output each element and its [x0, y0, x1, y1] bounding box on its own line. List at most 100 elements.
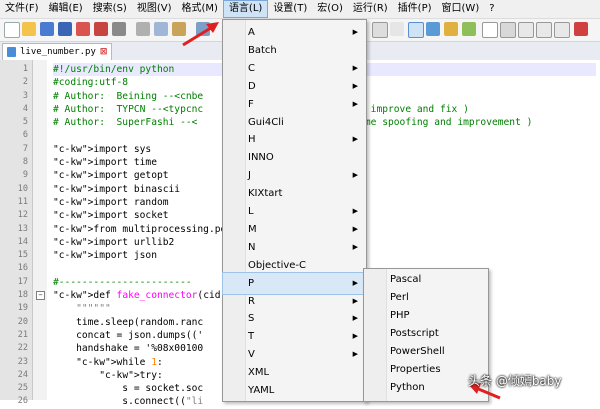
- line-number: 13: [17, 223, 28, 234]
- code-text: s = socket.soc: [53, 383, 204, 395]
- code-text: concat = json.dumps((': [53, 329, 204, 341]
- submenu-item[interactable]: PHP: [364, 307, 488, 325]
- save-macro-icon[interactable]: [554, 22, 570, 38]
- function-list-icon[interactable]: [426, 22, 440, 36]
- watermark: 头条 @倾嫣baby: [468, 374, 562, 388]
- line-number: 9: [22, 170, 28, 181]
- menu-item-11[interactable]: ?: [484, 0, 499, 18]
- code-text: s.connect(("li: [53, 396, 204, 408]
- submenu-item-label: Pascal: [390, 274, 422, 285]
- line-number: 25: [17, 383, 28, 394]
- close-icon[interactable]: [76, 22, 90, 36]
- line-number: 21: [17, 329, 28, 340]
- submenu-item-label: Python: [390, 382, 425, 393]
- menu-item-8[interactable]: 运行(R): [348, 0, 393, 18]
- code-text: # Author: Beining --<cnbe: [53, 90, 204, 102]
- doc-map-icon[interactable]: [462, 22, 476, 36]
- code-text: "c-kw">import json: [53, 250, 157, 262]
- spellcheck-icon[interactable]: [574, 22, 588, 36]
- new-file-icon[interactable]: [4, 22, 20, 38]
- code-text: "c-kw">def fake_connector(cid, fa: [53, 290, 244, 302]
- code-text: "c-kw">import getopt: [53, 170, 169, 182]
- cut-icon[interactable]: [136, 22, 150, 36]
- submenu-item[interactable]: Postscript: [364, 325, 488, 343]
- line-number: 1: [22, 64, 28, 74]
- line-number: 12: [17, 210, 28, 221]
- menu-item-1[interactable]: 编辑(E): [44, 0, 88, 18]
- play-multiple-icon[interactable]: [536, 22, 552, 38]
- code-text: time.sleep(random.ranc: [53, 316, 204, 328]
- line-number: 7: [22, 143, 28, 154]
- line-number: 26: [17, 396, 28, 407]
- show-symbols-icon[interactable]: [372, 22, 388, 38]
- code-text: "c-kw">import urllib2: [53, 236, 175, 248]
- line-number: 17: [17, 276, 28, 287]
- code-text: """""": [76, 303, 111, 315]
- menu-item-4[interactable]: 格式(M): [177, 0, 223, 18]
- file-icon: [7, 47, 16, 57]
- folder-workspace-icon[interactable]: [444, 22, 458, 36]
- copy-icon[interactable]: [154, 22, 168, 36]
- submenu-item[interactable]: PowerShell: [364, 343, 488, 361]
- tab-live-number[interactable]: live_number.py ⊠: [2, 43, 113, 60]
- menu-item-7[interactable]: 宏(O): [312, 0, 348, 18]
- line-number: 23: [17, 356, 28, 367]
- line-number: 18: [17, 290, 28, 301]
- open-file-icon[interactable]: [22, 22, 36, 36]
- line-number: 16: [17, 263, 28, 274]
- paste-icon[interactable]: [172, 22, 186, 36]
- print-icon[interactable]: [112, 22, 126, 36]
- tab-close-icon[interactable]: ⊠: [100, 47, 108, 57]
- submenu-item-label: Properties: [390, 364, 441, 375]
- submenu-item-label: PHP: [390, 310, 410, 321]
- line-number: 20: [17, 316, 28, 327]
- submenu-item-label: PowerShell: [390, 346, 445, 357]
- line-number: 3: [22, 90, 28, 101]
- menu-item-6[interactable]: 设置(T): [268, 0, 312, 18]
- code-text: "c-kw">while 1:: [76, 356, 163, 368]
- submenu-item[interactable]: Perl: [364, 289, 488, 307]
- code-text: "c-kw">from multiprocessing.pool: [53, 223, 238, 235]
- save-all-icon[interactable]: [58, 22, 72, 36]
- code-text: "c-kw">import time: [53, 157, 157, 169]
- line-number: 14: [17, 236, 28, 247]
- submenu-item[interactable]: Pascal: [364, 271, 488, 289]
- save-icon[interactable]: [40, 22, 54, 36]
- code-text: "c-kw">import random: [53, 196, 169, 208]
- line-number: 15: [17, 250, 28, 261]
- code-text: "c-kw">import socket: [53, 210, 169, 222]
- line-number: 4: [22, 103, 28, 114]
- record-macro-icon[interactable]: [482, 22, 498, 38]
- code-text: handshake = '%08x00100: [53, 343, 204, 355]
- stop-macro-icon[interactable]: [500, 22, 516, 38]
- menu-item-5[interactable]: 语言(L): [222, 0, 269, 18]
- line-number: 10: [17, 183, 28, 194]
- line-number: 19: [17, 303, 28, 314]
- line-number: 6: [22, 130, 28, 141]
- close-all-icon[interactable]: [94, 22, 108, 36]
- fold-toggle-icon[interactable]: −: [36, 291, 45, 301]
- undo-icon[interactable]: [196, 22, 210, 36]
- line-number: 5: [22, 117, 28, 128]
- menu-item-2[interactable]: 搜索(S): [88, 0, 132, 18]
- code-text: "c-kw">import binascii: [53, 183, 181, 195]
- code-text: "c-kw">try:: [99, 369, 163, 381]
- line-number: 2: [22, 77, 28, 88]
- menu-item-9[interactable]: 插件(P): [393, 0, 437, 18]
- indent-guide-icon[interactable]: [408, 22, 424, 38]
- language-menu: A ▶ Batch C ▶ D ▶ F ▶ Gui4Cli H ▶ INNO J ▶ KIXtart L ▶ M ▶ N…: [222, 19, 367, 402]
- language-menu-item[interactable]: YAML: [223, 380, 366, 401]
- play-macro-icon[interactable]: [518, 22, 534, 38]
- tab-filename: live_number.py: [20, 47, 96, 57]
- code-text: #coding:utf-8: [53, 77, 129, 89]
- menu-item-10[interactable]: 窗口(W): [437, 0, 485, 18]
- line-number: 24: [17, 369, 28, 380]
- menu-bar: 文件(F) 编辑(E) 搜索(S) 视图(V) 格式(M) 语言(L) 设置(T) 宏(O) 运…: [0, 0, 600, 19]
- menu-item-0[interactable]: 文件(F): [0, 0, 44, 18]
- code-text: "c-kw">import sys: [53, 143, 152, 155]
- submenu-item-label: Postscript: [390, 328, 439, 339]
- submenu-item-label: Perl: [390, 292, 409, 303]
- paragraph-icon[interactable]: [390, 22, 404, 36]
- menu-item-3[interactable]: 视图(V): [132, 0, 177, 18]
- line-number: 11: [17, 196, 28, 207]
